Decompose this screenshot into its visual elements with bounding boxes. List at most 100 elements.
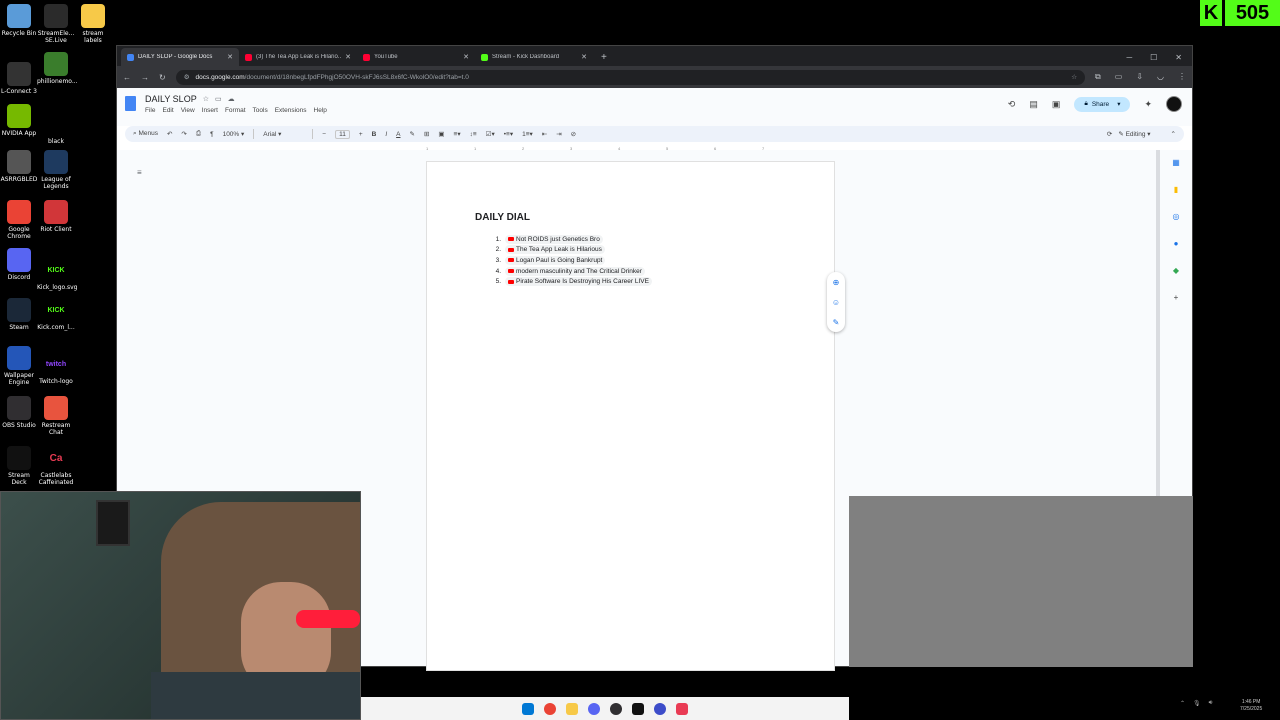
collapse-toolbar-icon[interactable]: ⌃: [1171, 130, 1176, 138]
youtube-link-chip[interactable]: modern masculinity and The Critical Drin…: [505, 266, 645, 276]
site-info-icon[interactable]: ⚙: [184, 73, 190, 81]
download-icon[interactable]: ⇩: [1136, 72, 1143, 82]
undo-icon[interactable]: ↶: [167, 130, 172, 138]
document-page[interactable]: DAILY DIAL 1. Not ROIDS just Genetics Bro…: [426, 161, 835, 671]
reload-icon[interactable]: ↻: [159, 73, 166, 82]
discord-taskbar-icon[interactable]: [588, 702, 600, 715]
tab-close-icon[interactable]: ✕: [227, 53, 233, 61]
gemini-refine-icon[interactable]: ⟳: [1107, 130, 1112, 138]
highlight-icon[interactable]: ✎: [409, 130, 414, 138]
microphone-icon[interactable]: 🎙︎: [1193, 700, 1201, 707]
editing-mode-select[interactable]: ✎ Editing ▾: [1118, 130, 1150, 138]
extensions-icon[interactable]: ⧉: [1095, 72, 1101, 82]
comments-icon[interactable]: ▤: [1029, 99, 1038, 110]
desktop-icon[interactable]: KICK Kick.com_l...: [37, 298, 75, 332]
chat-taskbar-icon[interactable]: [654, 702, 666, 715]
font-size-decrease-icon[interactable]: −: [322, 131, 326, 138]
menu-insert[interactable]: Insert: [202, 107, 218, 114]
google-docs-logo-icon[interactable]: [125, 96, 136, 111]
desktop-icon[interactable]: NVIDIA App: [0, 104, 38, 137]
tasks-icon[interactable]: ◎: [1173, 212, 1180, 221]
redo-icon[interactable]: ↷: [181, 130, 186, 138]
forward-icon[interactable]: →: [141, 73, 149, 82]
taskbar-clock[interactable]: 1:46 PM 7/25/2025: [1240, 699, 1262, 713]
chrome-taskbar-icon[interactable]: [544, 702, 556, 715]
suggest-edits-icon[interactable]: ✎: [833, 318, 840, 327]
desktop-icon[interactable]: Discord: [0, 248, 38, 281]
desktop-icon[interactable]: Steam: [0, 298, 38, 331]
decrease-indent-icon[interactable]: ⇤: [542, 130, 547, 138]
new-tab-button[interactable]: +: [593, 48, 615, 66]
list-item[interactable]: 4. modern masculinity and The Critical Dr…: [485, 266, 652, 277]
caffeinated-taskbar-icon[interactable]: [676, 702, 688, 715]
document-outline-icon[interactable]: ≡: [137, 168, 142, 177]
bulleted-list-icon[interactable]: •≡▾: [504, 130, 513, 138]
document-heading[interactable]: DAILY DIAL: [475, 212, 530, 223]
address-bar[interactable]: ⚙ docs.google.com /document/d/18nbegLfpd…: [175, 69, 1086, 85]
youtube-link-chip[interactable]: Pirate Software Is Destroying His Career…: [505, 277, 652, 287]
desktop-icon[interactable]: Stream Deck: [0, 446, 38, 486]
font-size-input[interactable]: 11: [335, 129, 350, 139]
print-icon[interactable]: ⎙: [196, 130, 201, 138]
stream-deck-taskbar-icon[interactable]: [632, 702, 644, 715]
move-folder-icon[interactable]: ▭: [215, 95, 222, 103]
menu-tools[interactable]: Tools: [253, 107, 268, 114]
tab-close-icon[interactable]: ✕: [581, 53, 587, 61]
tab-close-icon[interactable]: ✕: [463, 53, 469, 61]
menu-format[interactable]: Format: [225, 107, 246, 114]
maps-icon[interactable]: ◆: [1173, 266, 1179, 275]
browser-tab[interactable]: YouTube ✕: [357, 48, 475, 66]
list-item[interactable]: 1. Not ROIDS just Genetics Bro: [485, 234, 652, 245]
menu-edit[interactable]: Edit: [162, 107, 173, 114]
browser-menu-icon[interactable]: ⋮: [1178, 72, 1186, 82]
line-spacing-icon[interactable]: ↕≡: [470, 131, 477, 138]
bookmark-star-icon[interactable]: ☆: [1071, 73, 1077, 81]
avatar[interactable]: [1166, 96, 1182, 112]
bold-icon[interactable]: B: [372, 131, 377, 138]
search-menus-button[interactable]: ⌕ Menus: [133, 130, 158, 138]
desktop-icon[interactable]: StreamEle... SE.Live: [37, 4, 75, 44]
youtube-link-chip[interactable]: Logan Paul is Going Bankrupt: [505, 255, 606, 265]
add-emoji-icon[interactable]: ☺: [832, 298, 840, 307]
desktop-icon[interactable]: OBS Studio: [0, 396, 38, 429]
youtube-link-chip[interactable]: The Tea App Leak is Hilarious: [505, 245, 605, 255]
desktop-icon[interactable]: Recycle Bin: [0, 4, 38, 37]
profile-icon[interactable]: ◡: [1157, 72, 1164, 82]
menu-help[interactable]: Help: [314, 107, 327, 114]
desktop-icon[interactable]: black: [37, 112, 75, 145]
menu-file[interactable]: File: [145, 107, 155, 114]
numbered-list-icon[interactable]: 1≡▾: [522, 130, 533, 138]
share-button[interactable]: 🔒︎ Share ▾: [1074, 96, 1131, 112]
clear-formatting-icon[interactable]: ⊘: [571, 130, 576, 138]
chevron-down-icon[interactable]: ▾: [1117, 100, 1120, 108]
document-title[interactable]: DAILY SLOP: [145, 94, 197, 104]
desktop-icon[interactable]: KICK Kick_logo.svg: [37, 258, 77, 292]
desktop-icon[interactable]: Riot Client: [37, 200, 75, 233]
desktop-icon[interactable]: Restream Chat: [37, 396, 75, 436]
meet-icon[interactable]: ▣: [1052, 99, 1061, 110]
cast-icon[interactable]: ▭: [1115, 72, 1123, 82]
star-icon[interactable]: ☆: [203, 95, 209, 103]
font-size-increase-icon[interactable]: +: [359, 131, 363, 138]
zoom-select[interactable]: 100% ▾: [223, 130, 245, 138]
desktop-icon[interactable]: Wallpaper Engine: [0, 346, 38, 386]
cloud-status-icon[interactable]: ☁: [228, 95, 235, 103]
youtube-link-chip[interactable]: Not ROIDS just Genetics Bro: [505, 234, 603, 244]
italic-icon[interactable]: I: [385, 131, 387, 138]
windows-start-icon[interactable]: [522, 702, 534, 715]
desktop-icon[interactable]: stream labels: [74, 4, 112, 44]
font-select[interactable]: Arial ▾: [263, 130, 303, 138]
desktop-icon[interactable]: Ca Castlelabs Caffeinated: [37, 446, 75, 487]
underline-icon[interactable]: A: [396, 131, 400, 138]
contacts-icon[interactable]: ●: [1174, 239, 1179, 248]
add-comment-icon[interactable]: ⊕: [833, 278, 840, 287]
insert-image-icon[interactable]: ▣: [438, 130, 444, 138]
keep-icon[interactable]: ▮: [1174, 185, 1178, 194]
increase-indent-icon[interactable]: ⇥: [556, 130, 561, 138]
menu-view[interactable]: View: [181, 107, 195, 114]
list-item[interactable]: 3. Logan Paul is Going Bankrupt: [485, 255, 652, 266]
calendar-icon[interactable]: ▦: [1172, 158, 1180, 167]
version-history-icon[interactable]: ⟲: [1008, 99, 1016, 110]
close-icon[interactable]: ✕: [1175, 53, 1182, 62]
tray-chevron-icon[interactable]: ⌃: [1180, 700, 1185, 707]
